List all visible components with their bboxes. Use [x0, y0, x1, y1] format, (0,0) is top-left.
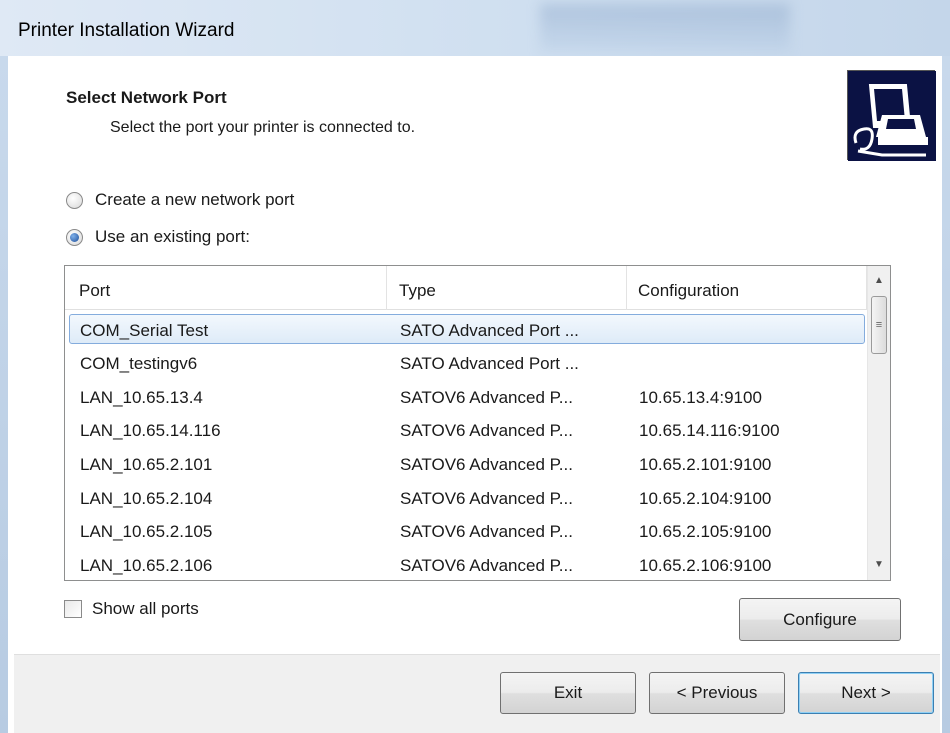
show-all-ports-option[interactable]: Show all ports [64, 599, 199, 619]
create-new-port-radio[interactable] [66, 191, 83, 209]
page-title: Select Network Port [66, 88, 227, 107]
scroll-up-arrow-icon[interactable]: ▲ [868, 270, 890, 292]
table-row[interactable]: COM_Serial Test SATO Advanced Port ... [69, 314, 865, 344]
create-new-port-label: Create a new network port [95, 190, 295, 209]
port-list[interactable]: Port Type Configuration COM_Serial Test … [64, 265, 891, 581]
table-row[interactable]: LAN_10.65.2.104 SATOV6 Advanced P... 10.… [69, 483, 865, 513]
port-name: LAN_10.65.2.106 [80, 556, 213, 575]
port-config: 10.65.2.104:9100 [639, 489, 772, 508]
create-new-port-option[interactable]: Create a new network port [66, 190, 294, 210]
configure-button[interactable]: Configure [739, 598, 901, 641]
window-title: Printer Installation Wizard [18, 20, 235, 41]
column-header-configuration-label: Configuration [638, 281, 740, 300]
use-existing-port-option[interactable]: Use an existing port: [66, 227, 250, 247]
scroll-grip-icon: ≡ [875, 319, 883, 331]
port-type: SATO Advanced Port ... [400, 354, 579, 373]
show-all-ports-label: Show all ports [92, 599, 199, 618]
printer-computer-icon [847, 70, 936, 161]
port-type: SATOV6 Advanced P... [400, 455, 573, 474]
column-header-configuration[interactable]: Configuration [627, 266, 867, 310]
port-type: SATOV6 Advanced P... [400, 522, 573, 541]
port-name: COM_testingv6 [80, 354, 198, 373]
table-row[interactable]: LAN_10.65.2.106 SATOV6 Advanced P... 10.… [69, 550, 865, 580]
use-existing-port-label: Use an existing port: [95, 227, 250, 246]
port-type: SATOV6 Advanced P... [400, 489, 573, 508]
port-config: 10.65.2.101:9100 [639, 455, 772, 474]
port-name: COM_Serial Test [80, 321, 209, 340]
port-name: LAN_10.65.2.104 [80, 489, 213, 508]
exit-button[interactable]: Exit [500, 672, 636, 714]
use-existing-port-radio[interactable] [66, 228, 83, 246]
table-row[interactable]: LAN_10.65.2.101 SATOV6 Advanced P... 10.… [69, 449, 865, 479]
port-type: SATOV6 Advanced P... [400, 556, 573, 575]
window-titlebar[interactable]: Printer Installation Wizard [0, 0, 950, 56]
port-config: 10.65.13.4:9100 [639, 388, 762, 407]
next-button[interactable]: Next > [798, 672, 934, 714]
port-type: SATOV6 Advanced P... [400, 388, 573, 407]
column-header-type-label: Type [399, 281, 436, 300]
port-config: 10.65.2.106:9100 [639, 556, 772, 575]
port-type: SATO Advanced Port ... [400, 321, 579, 340]
column-header-port[interactable]: Port [65, 266, 387, 310]
table-row[interactable]: LAN_10.65.14.116 SATOV6 Advanced P... 10… [69, 415, 865, 445]
scroll-down-arrow-icon[interactable]: ▼ [868, 554, 890, 576]
port-name: LAN_10.65.14.116 [80, 421, 221, 440]
port-name: LAN_10.65.2.105 [80, 522, 213, 541]
table-row[interactable]: COM_testingv6 SATO Advanced Port ... [69, 348, 865, 378]
port-list-body: COM_Serial Test SATO Advanced Port ... C… [65, 310, 867, 580]
page-subtitle: Select the port your printer is connecte… [110, 119, 416, 136]
port-name: LAN_10.65.2.101 [80, 455, 213, 474]
port-config: 10.65.2.105:9100 [639, 522, 772, 541]
column-header-type[interactable]: Type [387, 266, 627, 310]
port-name: LAN_10.65.13.4 [80, 388, 203, 407]
port-type: SATOV6 Advanced P... [400, 421, 573, 440]
port-list-header: Port Type Configuration [65, 266, 867, 310]
scroll-thumb[interactable]: ≡ [871, 296, 887, 354]
table-row[interactable]: LAN_10.65.13.4 SATOV6 Advanced P... 10.6… [69, 382, 865, 412]
port-config: 10.65.14.116:9100 [639, 421, 780, 440]
background-window-blur [540, 4, 790, 52]
window-frame-right [942, 56, 950, 733]
window-frame-left [0, 56, 8, 733]
port-list-scrollbar[interactable]: ▲ ≡ ▼ [867, 266, 890, 580]
table-row[interactable]: LAN_10.65.2.105 SATOV6 Advanced P... 10.… [69, 516, 865, 546]
previous-button[interactable]: < Previous [649, 672, 785, 714]
show-all-ports-checkbox[interactable] [64, 600, 82, 618]
column-header-port-label: Port [79, 281, 111, 300]
